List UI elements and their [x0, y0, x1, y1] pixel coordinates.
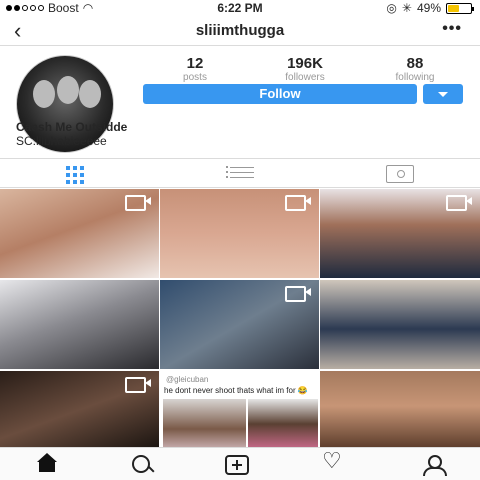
- battery-icon: [446, 2, 474, 14]
- post-thumbnail[interactable]: [320, 371, 480, 447]
- suggestions-dropdown-button[interactable]: [423, 84, 463, 104]
- following-label: following: [395, 72, 435, 83]
- add-post-icon[interactable]: [225, 455, 249, 475]
- tagged-icon[interactable]: [386, 165, 414, 183]
- battery-percent: 49%: [416, 1, 441, 15]
- battery-level: [448, 4, 459, 12]
- list-icon[interactable]: [226, 165, 254, 183]
- profile-stats: 12 posts 196K followers 88 following: [140, 55, 470, 83]
- tweet-text: he dont never shoot thats what im for 😂: [164, 386, 308, 395]
- grid-icon[interactable]: [66, 165, 94, 184]
- video-icon: [285, 195, 311, 211]
- photo-grid: @gleicuban he dont never shoot thats wha…: [0, 189, 480, 447]
- video-icon: [125, 377, 151, 393]
- profile-username: sliiimthugga: [195, 22, 285, 39]
- profile-full-name: Caash Me Outsidde: [16, 120, 128, 134]
- ellipsis-icon[interactable]: •••: [442, 20, 462, 38]
- follow-button[interactable]: Follow: [143, 84, 417, 104]
- bottom-tab-bar: ♡: [0, 447, 480, 480]
- followers-label: followers: [285, 72, 325, 83]
- video-icon: [285, 286, 311, 302]
- profile-icon[interactable]: [421, 455, 447, 476]
- home-icon[interactable]: [33, 453, 61, 473]
- post-thumbnail[interactable]: [320, 280, 480, 369]
- followers-value: 196K: [287, 55, 323, 72]
- tweet-image: [163, 399, 246, 447]
- post-thumbnail[interactable]: [320, 189, 480, 278]
- view-tabs: [0, 158, 480, 188]
- status-bar: Boost ◠ 6:22 PM ◎ ✳ 49%: [0, 0, 480, 16]
- post-thumbnail[interactable]: [160, 280, 319, 369]
- tweet-handle: @gleicuban: [166, 375, 209, 384]
- post-thumbnail[interactable]: @gleicuban he dont never shoot thats wha…: [160, 371, 319, 447]
- following-value: 88: [406, 55, 424, 72]
- followers-count[interactable]: 196K followers: [250, 55, 360, 83]
- alarm-icon: ◎: [386, 1, 397, 15]
- bluetooth-icon: ✳: [401, 1, 412, 15]
- post-thumbnail[interactable]: [160, 189, 319, 278]
- status-right: ◎ ✳ 49%: [386, 1, 474, 15]
- post-thumbnail[interactable]: [0, 371, 159, 447]
- nav-bar: ‹ sliiimthugga •••: [0, 16, 480, 46]
- profile-bio: SC:lilbhabieeeee: [16, 134, 107, 148]
- video-icon: [446, 195, 472, 211]
- posts-count[interactable]: 12 posts: [140, 55, 250, 83]
- post-thumbnail[interactable]: [0, 280, 159, 369]
- video-icon: [125, 195, 151, 211]
- search-icon[interactable]: [132, 455, 156, 475]
- following-count[interactable]: 88 following: [360, 55, 470, 83]
- posts-label: posts: [183, 72, 207, 83]
- heart-icon[interactable]: ♡: [322, 450, 342, 472]
- tweet-image: [248, 399, 318, 447]
- posts-value: 12: [186, 55, 204, 72]
- post-thumbnail[interactable]: [0, 189, 159, 278]
